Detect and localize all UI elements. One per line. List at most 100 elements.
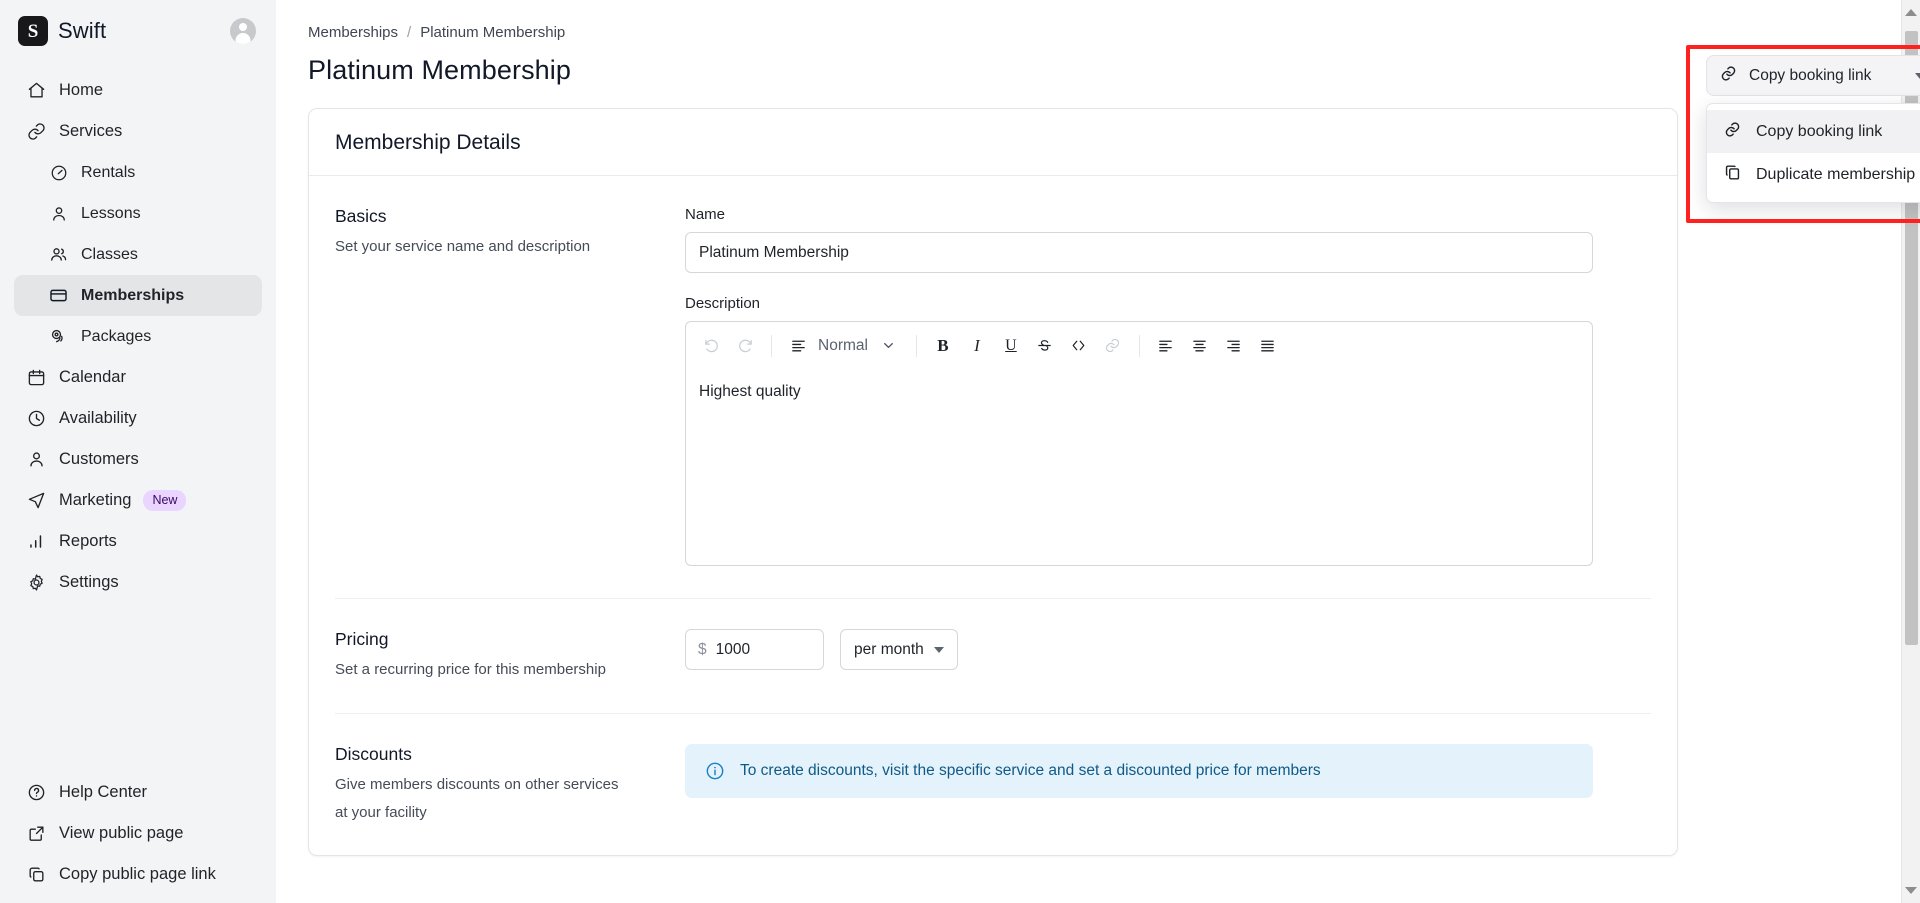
- menu-item-copy-booking-link[interactable]: Copy booking link: [1707, 110, 1920, 153]
- name-field-label: Name: [685, 206, 1651, 223]
- gear-icon: [26, 572, 47, 593]
- sidebar-item-availability[interactable]: Availability: [14, 398, 262, 439]
- description-editor-content[interactable]: Highest quality: [686, 369, 1592, 565]
- user-icon: [48, 203, 69, 224]
- sidebar-item-marketing[interactable]: Marketing New: [14, 480, 262, 521]
- paragraph-format-label: Normal: [818, 337, 868, 355]
- swift-logo-icon: S: [18, 16, 48, 46]
- strikethrough-icon[interactable]: [1028, 329, 1062, 363]
- sidebar: S Swift Home Services: [0, 0, 276, 903]
- sidebar-item-packages[interactable]: Packages: [14, 316, 262, 357]
- sidebar-item-memberships[interactable]: Memberships: [14, 275, 262, 316]
- sidebar-item-settings[interactable]: Settings: [14, 562, 262, 603]
- toolbar-divider: [1139, 335, 1140, 357]
- breadcrumb-current: Platinum Membership: [420, 24, 565, 41]
- membership-details-card: Membership Details Basics Set your servi…: [308, 108, 1678, 856]
- sidebar-item-label: Services: [59, 122, 122, 141]
- price-value: 1000: [716, 641, 750, 659]
- sidebar-item-label: Customers: [59, 450, 139, 469]
- section-pricing: Pricing Set a recurring price for this m…: [335, 599, 1651, 714]
- toolbar-divider: [916, 335, 917, 357]
- sidebar-item-label: Copy public page link: [59, 865, 216, 884]
- billing-period-select[interactable]: per month: [840, 629, 958, 670]
- section-fields-discounts: To create discounts, visit the specific …: [685, 744, 1651, 824]
- sidebar-item-label: View public page: [59, 824, 183, 843]
- section-label-basics: Basics Set your service name and descrip…: [335, 206, 685, 566]
- sidebar-item-label: Rentals: [81, 164, 135, 182]
- main-content: Memberships / Platinum Membership Platin…: [276, 0, 1920, 903]
- gauge-icon: [48, 162, 69, 183]
- main-inner: Memberships / Platinum Membership Platin…: [276, 0, 1920, 903]
- breadcrumb-parent[interactable]: Memberships: [308, 24, 398, 41]
- currency-symbol: $: [698, 641, 707, 659]
- name-input[interactable]: [685, 232, 1593, 273]
- card-heading: Membership Details: [335, 131, 1651, 155]
- breadcrumb-separator: /: [407, 24, 411, 41]
- sidebar-item-reports[interactable]: Reports: [14, 521, 262, 562]
- paragraph-format-select[interactable]: Normal: [781, 329, 907, 363]
- breadcrumb: Memberships / Platinum Membership: [308, 24, 1880, 41]
- sidebar-item-services[interactable]: Services: [14, 111, 262, 152]
- brand-row: S Swift: [0, 0, 276, 62]
- calendar-icon: [26, 367, 47, 388]
- section-description-overflow: at your facility: [335, 802, 661, 824]
- underline-icon[interactable]: U: [994, 329, 1028, 363]
- link-icon: [26, 121, 47, 142]
- menu-item-duplicate-membership[interactable]: Duplicate membership: [1707, 153, 1920, 196]
- undo-icon[interactable]: [694, 329, 728, 363]
- billing-period-label: per month: [854, 641, 924, 659]
- page-title: Platinum Membership: [308, 55, 1880, 86]
- scroll-up-arrow-icon[interactable]: [1905, 9, 1917, 16]
- link-icon[interactable]: [1096, 329, 1130, 363]
- sidebar-item-home[interactable]: Home: [14, 70, 262, 111]
- info-banner-text: To create discounts, visit the specific …: [740, 762, 1321, 780]
- sidebar-item-copy-public-page-link[interactable]: Copy public page link: [14, 854, 262, 895]
- align-left-icon[interactable]: [1149, 329, 1183, 363]
- sidebar-item-calendar[interactable]: Calendar: [14, 357, 262, 398]
- brand-name: Swift: [58, 18, 106, 44]
- sidebar-item-customers[interactable]: Customers: [14, 439, 262, 480]
- sidebar-item-label: Reports: [59, 532, 117, 551]
- section-discounts: Discounts Give members discounts on othe…: [335, 714, 1651, 856]
- sidebar-item-help-center[interactable]: Help Center: [14, 772, 262, 813]
- scroll-down-arrow-icon[interactable]: [1905, 887, 1917, 894]
- copy-booking-link-button[interactable]: Copy booking link: [1706, 55, 1920, 96]
- toolbar-divider: [771, 335, 772, 357]
- sidebar-item-classes[interactable]: Classes: [14, 234, 262, 275]
- discounts-info-banner: To create discounts, visit the specific …: [685, 744, 1593, 798]
- redo-icon[interactable]: [728, 329, 762, 363]
- clock-icon: [26, 408, 47, 429]
- sidebar-item-label: Availability: [59, 409, 137, 428]
- sidebar-item-view-public-page[interactable]: View public page: [14, 813, 262, 854]
- user-icon: [26, 449, 47, 470]
- sidebar-item-label: Help Center: [59, 783, 147, 802]
- status-badge: New: [143, 490, 186, 511]
- sidebar-item-label: Classes: [81, 246, 138, 264]
- code-icon[interactable]: [1062, 329, 1096, 363]
- sidebar-item-label: Calendar: [59, 368, 126, 387]
- section-title: Discounts: [335, 744, 661, 765]
- description-field-label: Description: [685, 295, 1651, 312]
- align-justify-icon[interactable]: [1251, 329, 1285, 363]
- sidebar-item-lessons[interactable]: Lessons: [14, 193, 262, 234]
- bold-icon[interactable]: B: [926, 329, 960, 363]
- link-icon: [1723, 120, 1742, 144]
- chevron-down-icon[interactable]: [1915, 73, 1920, 79]
- card-icon: [48, 285, 69, 306]
- sidebar-item-rentals[interactable]: Rentals: [14, 152, 262, 193]
- align-center-icon[interactable]: [1183, 329, 1217, 363]
- card-header: Membership Details: [309, 109, 1677, 176]
- price-input[interactable]: $ 1000: [685, 629, 824, 670]
- editor-toolbar: Normal B I U: [686, 322, 1592, 369]
- sidebar-item-label: Settings: [59, 573, 119, 592]
- copy-booking-link-dropdown: Copy booking link Copy booking link Dupl…: [1706, 55, 1920, 96]
- sidebar-item-label: Lessons: [81, 205, 141, 223]
- italic-icon[interactable]: I: [960, 329, 994, 363]
- link-icon: [1719, 64, 1738, 88]
- avatar[interactable]: [230, 18, 256, 44]
- copy-icon: [1723, 163, 1742, 187]
- users-icon: [48, 244, 69, 265]
- section-label-pricing: Pricing Set a recurring price for this m…: [335, 629, 685, 681]
- chevron-down-icon[interactable]: [877, 334, 901, 358]
- align-right-icon[interactable]: [1217, 329, 1251, 363]
